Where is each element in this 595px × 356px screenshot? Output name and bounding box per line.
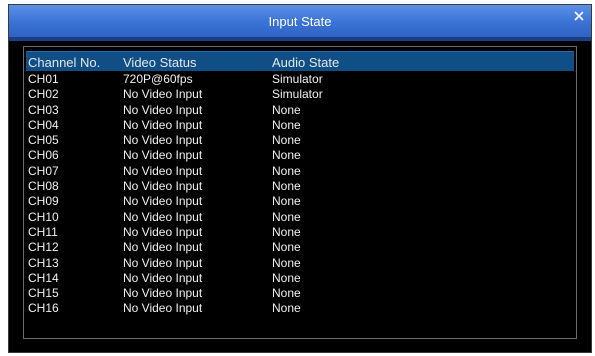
table-row: CH09 No Video Input None [26,194,574,209]
video-status-cell: No Video Input [123,255,203,270]
audio-state-cell: None [272,270,301,285]
table-row: CH06 No Video Input None [26,148,574,163]
table-row: CH07 No Video Input None [26,164,574,179]
audio-state-cell: None [272,179,301,194]
table-row: CH12 No Video Input None [26,240,574,255]
table-row: CH05 No Video Input None [26,133,574,148]
channel-cell: CH07 [28,163,59,178]
table-row: CH16 No Video Input None [26,301,574,316]
audio-state-cell: None [272,194,301,209]
table-row: CH14 No Video Input None [26,271,574,286]
audio-state-cell: None [272,224,301,239]
audio-state-cell: None [272,117,301,132]
channel-cell: CH10 [28,209,59,224]
table-row: CH03 No Video Input None [26,103,574,118]
table-row: CH02 No Video Input Simulator [26,87,574,102]
video-status-cell: No Video Input [123,301,203,316]
channel-cell: CH05 [28,133,59,148]
video-status-cell: No Video Input [123,240,203,255]
channel-cell: CH09 [28,194,59,209]
header-audio-state: Audio State [272,55,340,70]
audio-state-cell: None [272,255,301,270]
channel-cell: CH15 [28,286,59,301]
table-body: CH01 720P@60fps Simulator CH02 No Video Inpu… [26,72,574,317]
channel-cell: CH02 [28,87,59,102]
table-row: CH11 No Video Input None [26,225,574,240]
channel-cell: CH04 [28,117,59,132]
table-row: CH15 No Video Input None [26,286,574,301]
input-state-dialog: Input State Channel No. Video Status Aud… [8,4,592,353]
channel-cell: CH01 [28,72,59,86]
audio-state-cell: Simulator [272,87,323,102]
audio-state-cell: None [272,102,301,117]
channel-cell: CH06 [28,148,59,163]
channel-cell: CH12 [28,240,59,255]
title-bar: Input State [9,5,591,37]
video-status-cell: No Video Input [123,87,203,102]
audio-state-cell: None [272,163,301,178]
header-video-status: Video Status [123,55,197,70]
video-status-cell: No Video Input [123,102,203,117]
channel-cell: CH11 [28,224,58,239]
video-status-cell: No Video Input [123,286,203,301]
video-status-cell: No Video Input [123,209,203,224]
audio-state-cell: None [272,133,301,148]
video-status-cell: No Video Input [123,117,203,132]
video-status-cell: No Video Input [123,179,203,194]
channel-cell: CH03 [28,102,59,117]
close-icon[interactable] [572,9,586,23]
table-header: Channel No. Video Status Audio State [26,51,574,71]
video-status-cell: No Video Input [123,163,203,178]
video-status-cell: No Video Input [123,194,203,209]
channel-cell: CH14 [28,270,59,285]
table-row: CH04 No Video Input None [26,118,574,133]
dialog-title: Input State [268,14,332,29]
header-channel-no: Channel No. [28,55,101,70]
audio-state-cell: None [272,301,301,316]
table-row: CH13 No Video Input None [26,256,574,271]
title-bar-divider [9,37,591,41]
table-row: CH01 720P@60fps Simulator [26,72,574,87]
table-row: CH10 No Video Input None [26,210,574,225]
video-status-cell: 720P@60fps [123,72,193,86]
video-status-cell: No Video Input [123,270,203,285]
audio-state-cell: None [272,240,301,255]
channel-cell: CH16 [28,301,59,316]
input-state-table: Channel No. Video Status Audio State CH0… [23,46,577,339]
channel-cell: CH08 [28,179,59,194]
channel-cell: CH13 [28,255,59,270]
audio-state-cell: None [272,148,301,163]
audio-state-cell: Simulator [272,72,323,86]
video-status-cell: No Video Input [123,133,203,148]
table-row: CH08 No Video Input None [26,179,574,194]
audio-state-cell: None [272,209,301,224]
audio-state-cell: None [272,286,301,301]
video-status-cell: No Video Input [123,224,203,239]
video-status-cell: No Video Input [123,148,203,163]
